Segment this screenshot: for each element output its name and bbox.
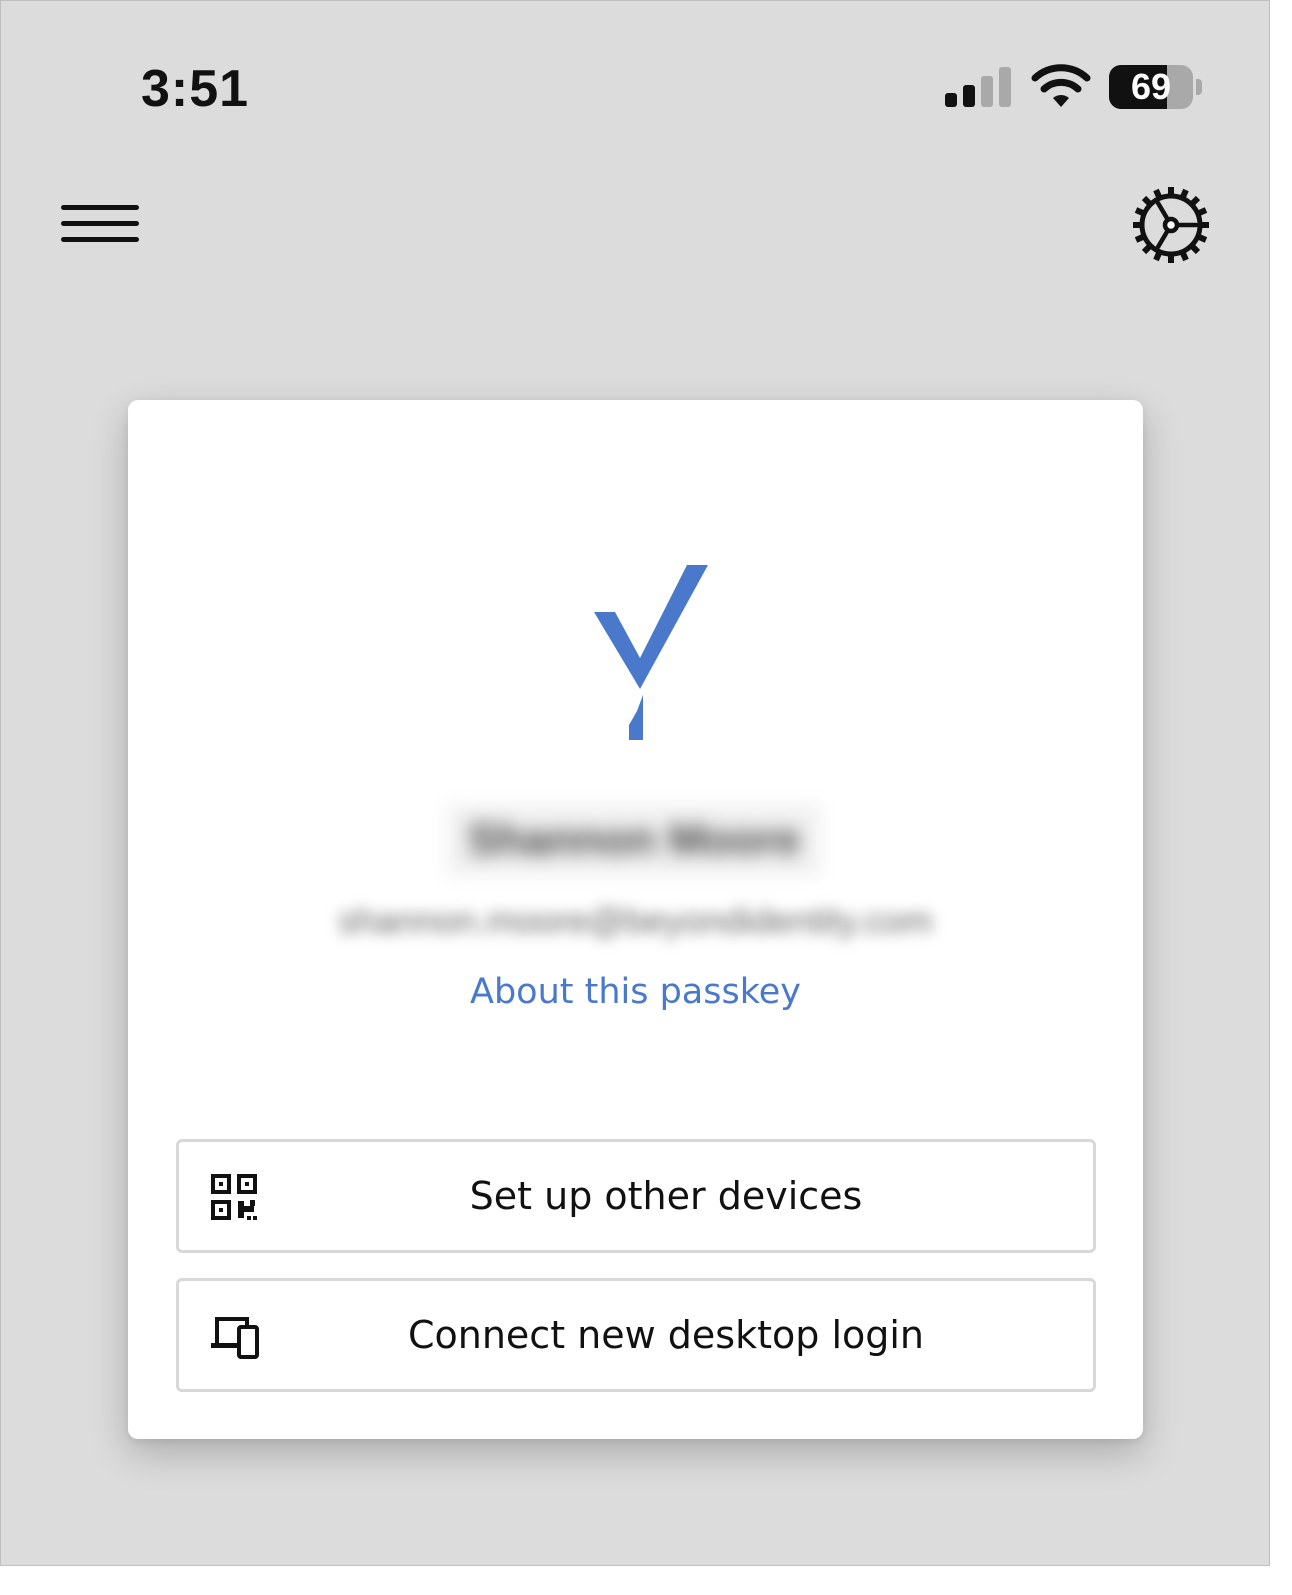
about-passkey-link[interactable]: About this passkey bbox=[128, 972, 1143, 1012]
battery-percent: 69 bbox=[1130, 66, 1172, 107]
passkey-logo bbox=[594, 565, 708, 740]
wifi-icon bbox=[1031, 64, 1091, 107]
connect-desktop-login-label: Connect new desktop login bbox=[407, 1313, 925, 1357]
setup-other-devices-label: Set up other devices bbox=[469, 1174, 863, 1218]
signal-icon bbox=[945, 67, 1011, 107]
settings-icon[interactable] bbox=[1129, 183, 1213, 267]
battery-icon: 69 bbox=[1109, 65, 1202, 109]
user-email: shannon.moore@beyondidentity.com bbox=[338, 900, 933, 941]
status-time: 3:51 bbox=[141, 60, 250, 118]
passkey-card: Shannon Moore shannon.moore@beyondidenti… bbox=[128, 400, 1143, 1439]
setup-other-devices-button[interactable]: Set up other devices bbox=[176, 1139, 1096, 1253]
app-screen: 3:51 69 Shannon Moore shannon.moore@beyo… bbox=[0, 0, 1270, 1566]
menu-icon[interactable] bbox=[59, 199, 143, 251]
user-name: Shannon Moore bbox=[447, 804, 821, 876]
connect-desktop-login-button[interactable]: Connect new desktop login bbox=[176, 1278, 1096, 1392]
